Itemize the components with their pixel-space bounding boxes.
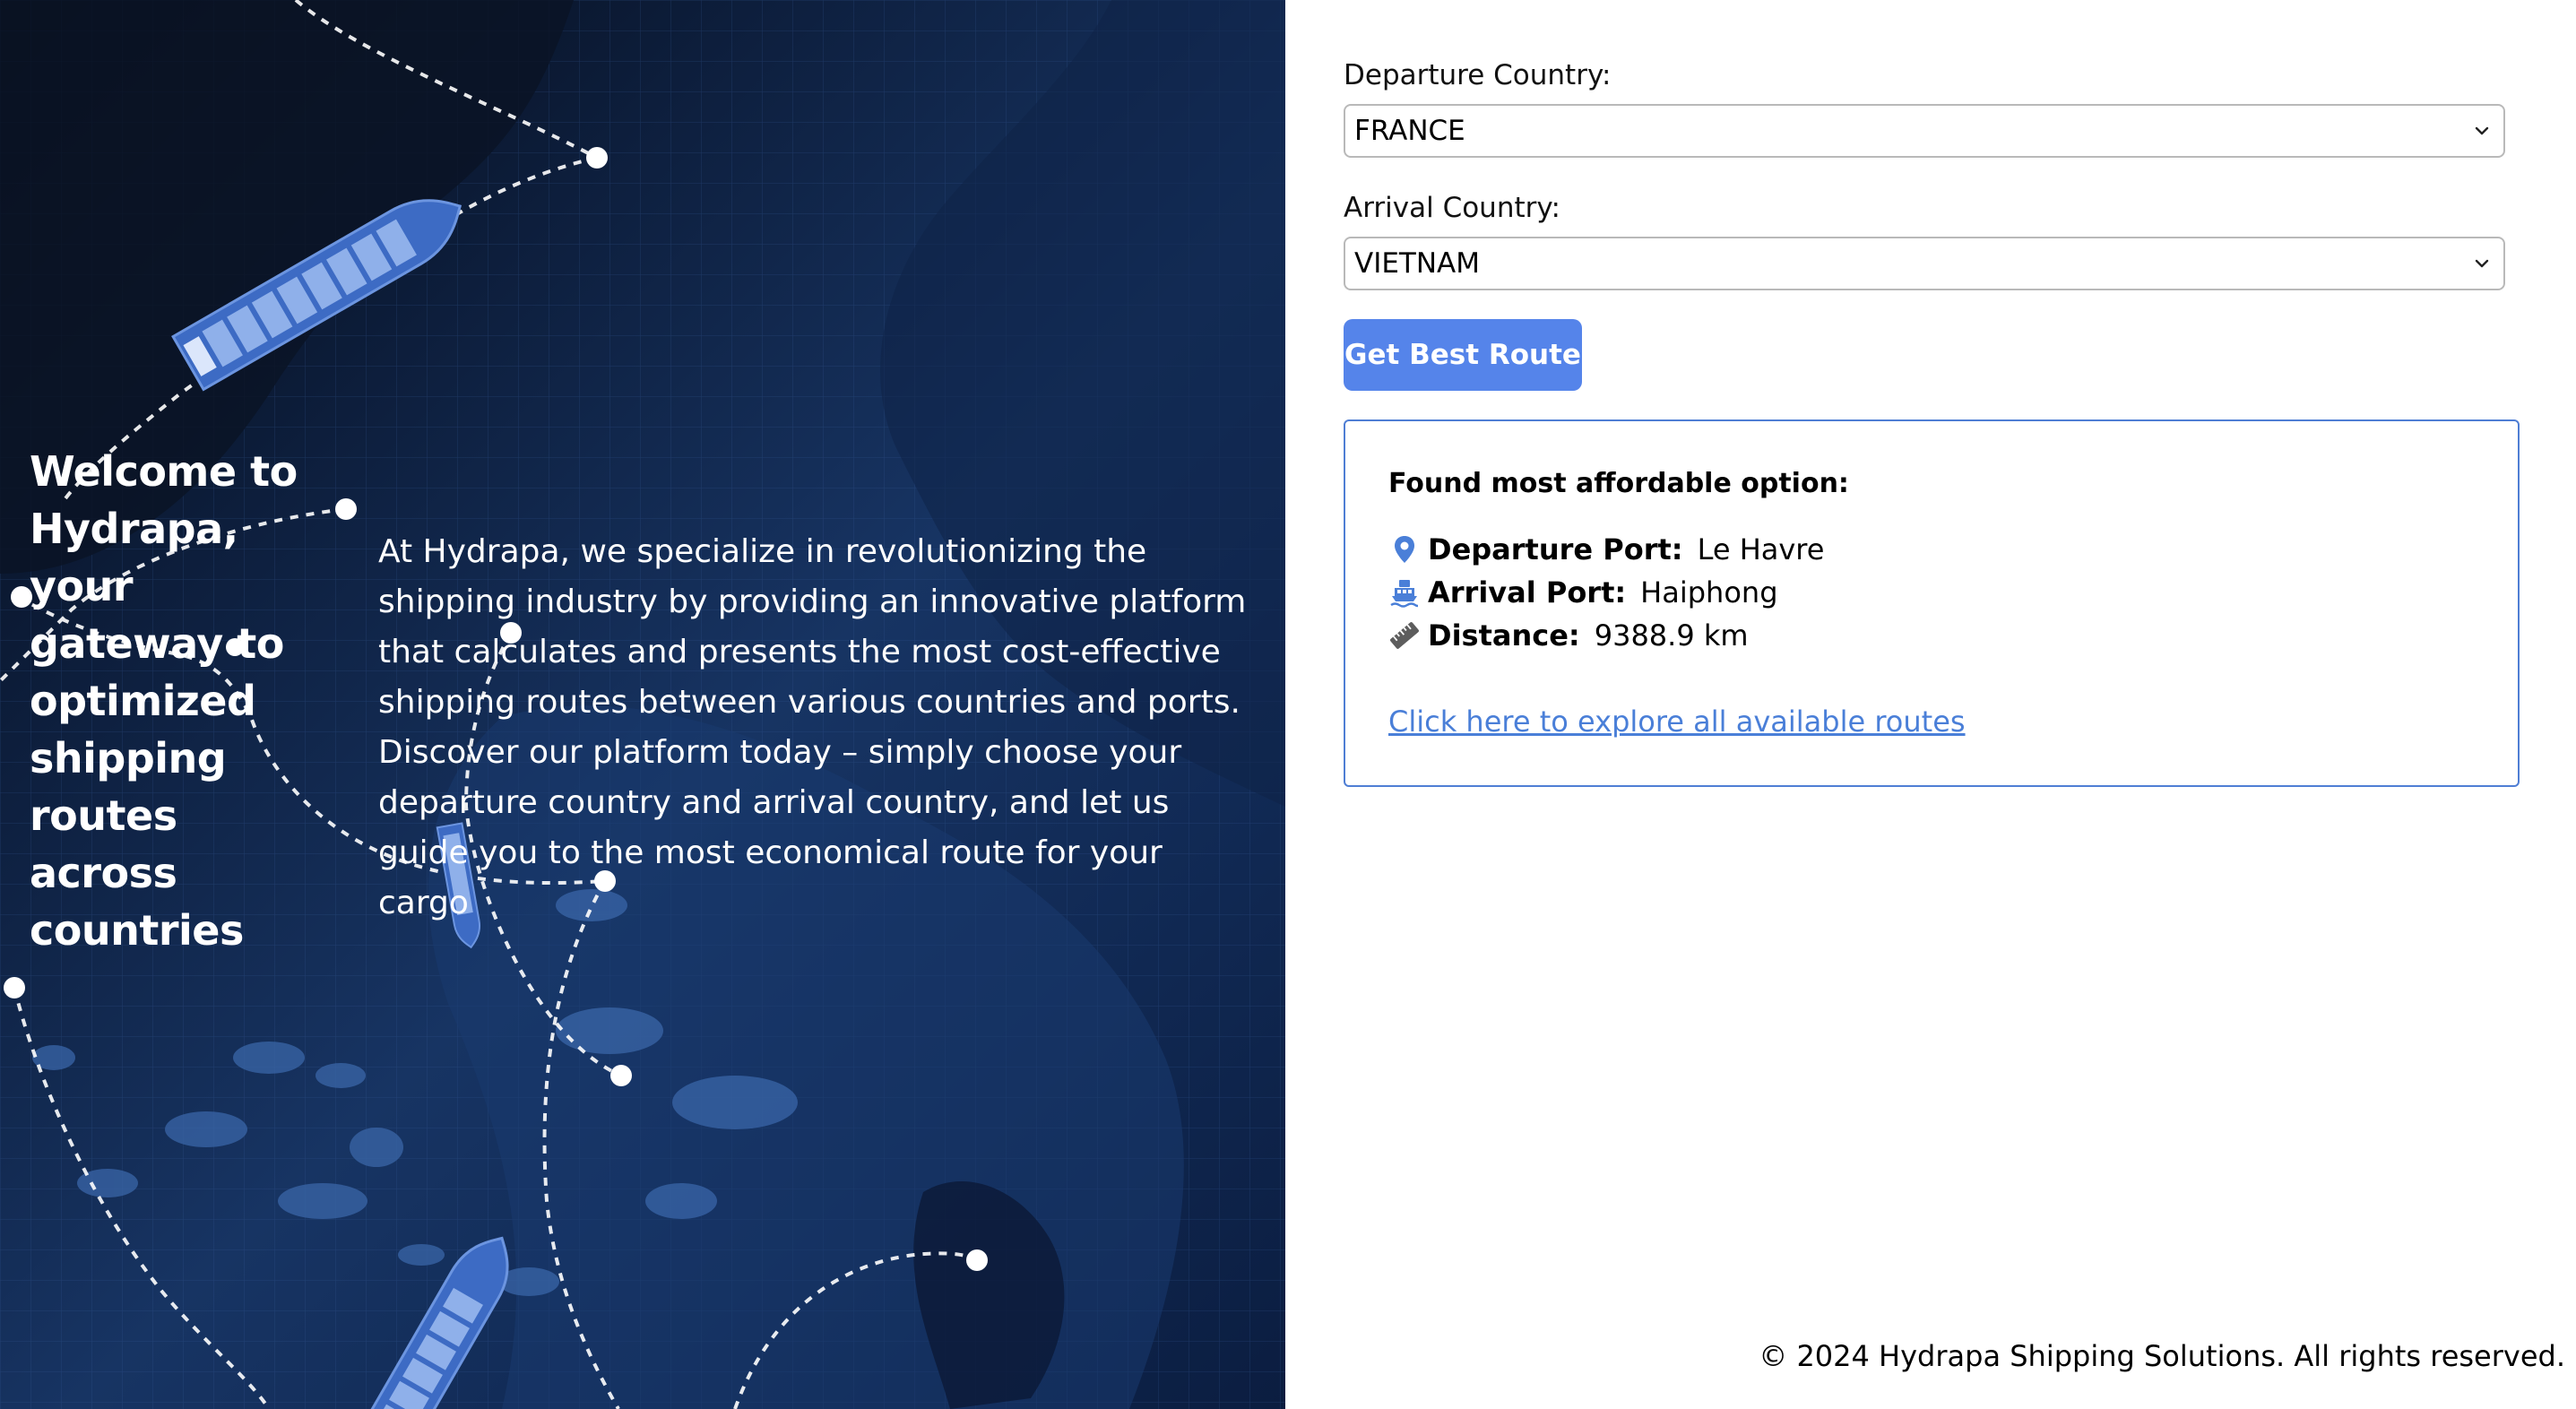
departure-port-row: Departure Port: Le Havre [1388,532,1824,566]
route-result-card: Found most affordable option: Departure … [1344,419,2520,787]
departure-country-label: Departure Country: [1344,59,1612,91]
chevron-down-icon [2475,126,2489,135]
distance-label: Distance: [1428,618,1580,653]
arrival-country-label: Arrival Country: [1344,192,1560,224]
departure-port-label: Departure Port: [1428,532,1683,566]
departure-country-select[interactable]: FRANCE [1344,104,2505,158]
distance-row: Distance: 9388.9 km [1388,618,1749,653]
hero-title: Welcome to Hydrapa, your gateway to opti… [30,447,298,955]
footer-copyright: © 2024 Hydrapa Shipping Solutions. All r… [1759,1339,2565,1373]
arrival-country-value: VIETNAM [1354,247,1481,280]
arrival-port-value: Haiphong [1640,575,1778,609]
departure-port-value: Le Havre [1697,532,1825,566]
ship-icon [1390,580,1419,608]
result-title: Found most affordable option: [1388,468,1849,499]
map-pin-icon [1395,536,1414,563]
arrival-country-select[interactable]: VIETNAM [1344,237,2505,290]
route-form-panel: Departure Country: FRANCE Arrival Countr… [1285,0,2576,1409]
arrival-port-row: Arrival Port: Haiphong [1388,575,1778,609]
chevron-down-icon [2475,259,2489,268]
hero-description: At Hydrapa, we specialize in revolutioni… [378,533,1247,921]
distance-value: 9388.9 km [1594,618,1749,653]
get-best-route-button[interactable]: Get Best Route [1344,319,1582,391]
arrival-port-label: Arrival Port: [1428,575,1627,609]
departure-country-value: FRANCE [1354,115,1465,147]
hero-section: Welcome to Hydrapa, your gateway to opti… [0,0,1285,1409]
page: Welcome to Hydrapa, your gateway to opti… [0,0,2576,1409]
explore-routes-link[interactable]: Click here to explore all available rout… [1388,704,1966,739]
ruler-icon [1390,622,1419,649]
